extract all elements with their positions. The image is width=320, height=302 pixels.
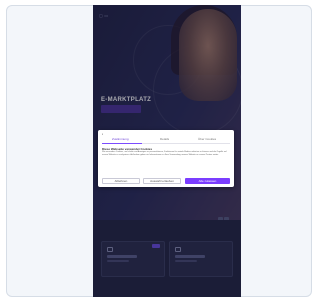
tab-consent[interactable]: Zustimmung: [112, 137, 129, 141]
active-tab-indicator: [102, 143, 142, 144]
allow-selection-button[interactable]: Auswahl erlauben: [143, 178, 181, 184]
dialog-logo-icon: ▪: [102, 132, 104, 136]
tab-details[interactable]: Details: [160, 137, 169, 141]
cookie-consent-dialog: ▪ Zustimmung Details Über Cookies Diese …: [98, 130, 234, 187]
dialog-body-text: Wir verwenden Cookies, um Inhalte und An…: [102, 151, 227, 156]
mobile-screenshot: ▢ ▭ E-MARKTPLATZ ▪ Zustimmung Details Üb…: [93, 5, 241, 297]
deny-button[interactable]: Ablehnen: [102, 178, 140, 184]
allow-all-button[interactable]: Alle zulassen: [185, 178, 230, 184]
tab-about-cookies[interactable]: Über Cookies: [198, 137, 216, 141]
